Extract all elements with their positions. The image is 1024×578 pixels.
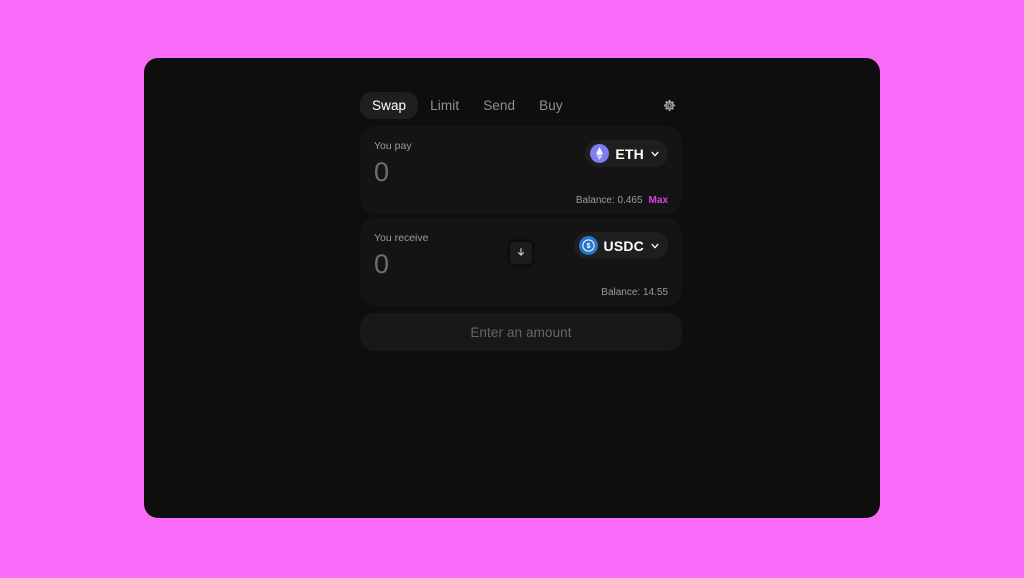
tab-swap[interactable]: Swap (360, 91, 419, 119)
receive-balance-text: Balance: 14.55 (601, 287, 668, 298)
tab-limit[interactable]: Limit (418, 92, 471, 119)
svg-text:$: $ (586, 243, 590, 250)
receive-token-selector[interactable]: $ USDC (573, 232, 668, 259)
app-window: Swap Limit Send Buy You pay 0 ETH Balanc… (144, 58, 880, 518)
pay-balance-text: Balance: 0.465 (575, 195, 643, 206)
tab-send[interactable]: Send (471, 92, 527, 119)
submit-button[interactable]: Enter an amount (360, 313, 682, 351)
max-button[interactable]: Max (649, 195, 668, 206)
pay-balance-row: Balance: 0.465 Max (576, 195, 668, 206)
tab-bar: Swap Limit Send Buy (360, 90, 682, 120)
gear-icon (662, 98, 677, 113)
ethereum-icon (590, 144, 610, 163)
swap-direction-button[interactable] (507, 239, 535, 267)
pay-token-selector[interactable]: ETH (585, 140, 668, 167)
pay-token-symbol: ETH (615, 145, 644, 162)
chevron-down-icon (650, 241, 660, 251)
settings-button[interactable] (656, 92, 682, 118)
usd-coin-icon: $ (578, 236, 598, 255)
pay-panel: You pay ETH (360, 126, 682, 214)
receive-token-symbol: USDC (603, 237, 644, 254)
arrow-down-icon (516, 244, 526, 262)
swap-widget: Swap Limit Send Buy You pay 0 ETH Balanc… (360, 90, 682, 351)
receive-balance-row: Balance: 14.55 (601, 287, 668, 298)
tab-buy[interactable]: Buy (527, 92, 575, 119)
pay-amount-input[interactable] (374, 155, 554, 189)
swap-panels: You pay ETH (360, 126, 682, 306)
chevron-down-icon (650, 149, 660, 159)
